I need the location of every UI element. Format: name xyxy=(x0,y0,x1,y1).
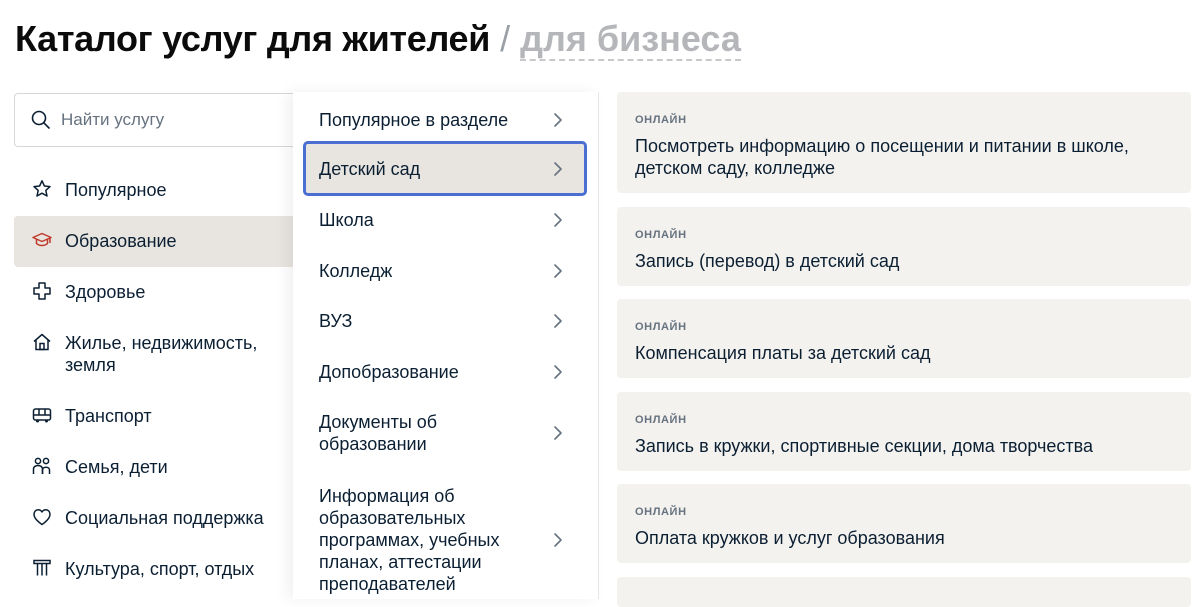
search-icon xyxy=(31,110,50,129)
page-header: Каталог услуг для жителей / для бизнеса xyxy=(15,18,741,62)
chevron-right-icon xyxy=(554,533,562,547)
service-title: Запись (перевод) в детский сад xyxy=(635,251,900,271)
subcategory-item[interactable]: Документы об образовании xyxy=(303,399,587,467)
chevron-right-icon xyxy=(554,313,562,328)
online-badge: ОНЛАЙН xyxy=(635,114,687,126)
category-item-housing[interactable]: Жилье, недвижимость, земля xyxy=(14,318,306,391)
subcategory-panel: Популярное в разделе Детский сад Школа К… xyxy=(293,92,599,599)
medical-cross-icon xyxy=(33,282,51,300)
service-card-partial[interactable] xyxy=(617,577,1191,607)
category-item-family[interactable]: Семья, дети xyxy=(14,442,306,493)
service-title: Посмотреть информацию о посещении и пита… xyxy=(635,136,1129,178)
category-label: Популярное xyxy=(65,180,167,200)
category-list: Популярное Образование Здоровье Жилье, н… xyxy=(14,165,306,595)
online-badge: ОНЛАЙН xyxy=(635,229,687,241)
star-icon xyxy=(33,180,51,197)
service-title: Оплата кружков и услуг образования xyxy=(635,528,945,548)
service-card[interactable]: ОНЛАЙН Запись в кружки, спортивные секци… xyxy=(617,392,1191,471)
graduation-cap-icon xyxy=(32,232,52,247)
subcategory-label: Документы об образовании xyxy=(319,412,438,454)
subcategory-label: ВУЗ xyxy=(319,310,353,331)
subcategory-label: Информация об образовательных программах… xyxy=(319,486,500,594)
page-title: Каталог услуг для жителей xyxy=(15,18,491,59)
family-icon xyxy=(32,457,51,474)
service-card[interactable]: ОНЛАЙН Запись (перевод) в детский сад xyxy=(617,207,1191,286)
service-card[interactable]: ОНЛАЙН Посмотреть информацию о посещении… xyxy=(617,92,1191,193)
service-card[interactable]: ОНЛАЙН Оплата кружков и услуг образовани… xyxy=(617,484,1191,563)
subcategory-item[interactable]: Допобразование xyxy=(303,346,587,397)
service-title: Запись в кружки, спортивные секции, дома… xyxy=(635,436,1094,456)
search-input[interactable] xyxy=(59,109,283,131)
category-item-culture[interactable]: Культура, спорт, отдых xyxy=(14,544,306,595)
subcategory-label: Детский сад xyxy=(319,158,421,179)
chevron-right-icon xyxy=(554,426,562,440)
subcategory-item[interactable]: ВУЗ xyxy=(303,295,587,346)
category-item-transport[interactable]: Транспорт xyxy=(14,391,306,442)
subcategory-item[interactable]: Школа xyxy=(303,194,587,245)
subcategory-label: Популярное в разделе xyxy=(319,109,509,130)
bus-icon xyxy=(32,408,52,423)
chevron-right-icon xyxy=(554,161,562,176)
online-badge: ОНЛАЙН xyxy=(635,506,687,518)
subcategory-item[interactable]: Информация об образовательных программах… xyxy=(303,482,587,598)
theater-icon xyxy=(33,559,51,576)
subcategory-item-kindergarten[interactable]: Детский сад xyxy=(303,141,587,196)
chevron-right-icon xyxy=(554,112,562,127)
online-badge: ОНЛАЙН xyxy=(635,414,687,426)
heart-icon xyxy=(33,509,51,526)
chevron-right-icon xyxy=(554,263,562,278)
subcategory-label: Колледж xyxy=(319,260,393,281)
title-separator: / xyxy=(500,18,511,59)
category-label: Жилье, недвижимость, земля xyxy=(65,333,258,375)
chevron-right-icon xyxy=(554,212,562,227)
category-label: Семья, дети xyxy=(65,457,168,477)
category-item-social[interactable]: Социальная поддержка xyxy=(14,493,306,544)
category-item-health[interactable]: Здоровье xyxy=(14,267,306,318)
subcategory-item[interactable]: Популярное в разделе xyxy=(303,94,587,145)
subcategory-label: Школа xyxy=(319,209,374,230)
category-label: Транспорт xyxy=(65,406,152,426)
subcategory-label: Допобразование xyxy=(319,361,459,382)
category-label: Здоровье xyxy=(65,282,146,302)
subcategory-item[interactable]: Колледж xyxy=(303,245,587,296)
category-label: Культура, спорт, отдых xyxy=(65,559,255,579)
house-icon xyxy=(33,333,51,351)
category-label: Социальная поддержка xyxy=(65,508,264,528)
online-badge: ОНЛАЙН xyxy=(635,321,687,333)
chevron-right-icon xyxy=(554,364,562,379)
category-item-education[interactable]: Образование xyxy=(14,216,306,267)
service-card[interactable]: ОНЛАЙН Компенсация платы за детский сад xyxy=(617,299,1191,378)
category-item-popular[interactable]: Популярное xyxy=(14,165,306,216)
category-label: Образование xyxy=(65,231,177,251)
search-box xyxy=(14,93,306,147)
business-catalog-link[interactable]: для бизнеса xyxy=(520,19,741,61)
service-title: Компенсация платы за детский сад xyxy=(635,343,931,363)
